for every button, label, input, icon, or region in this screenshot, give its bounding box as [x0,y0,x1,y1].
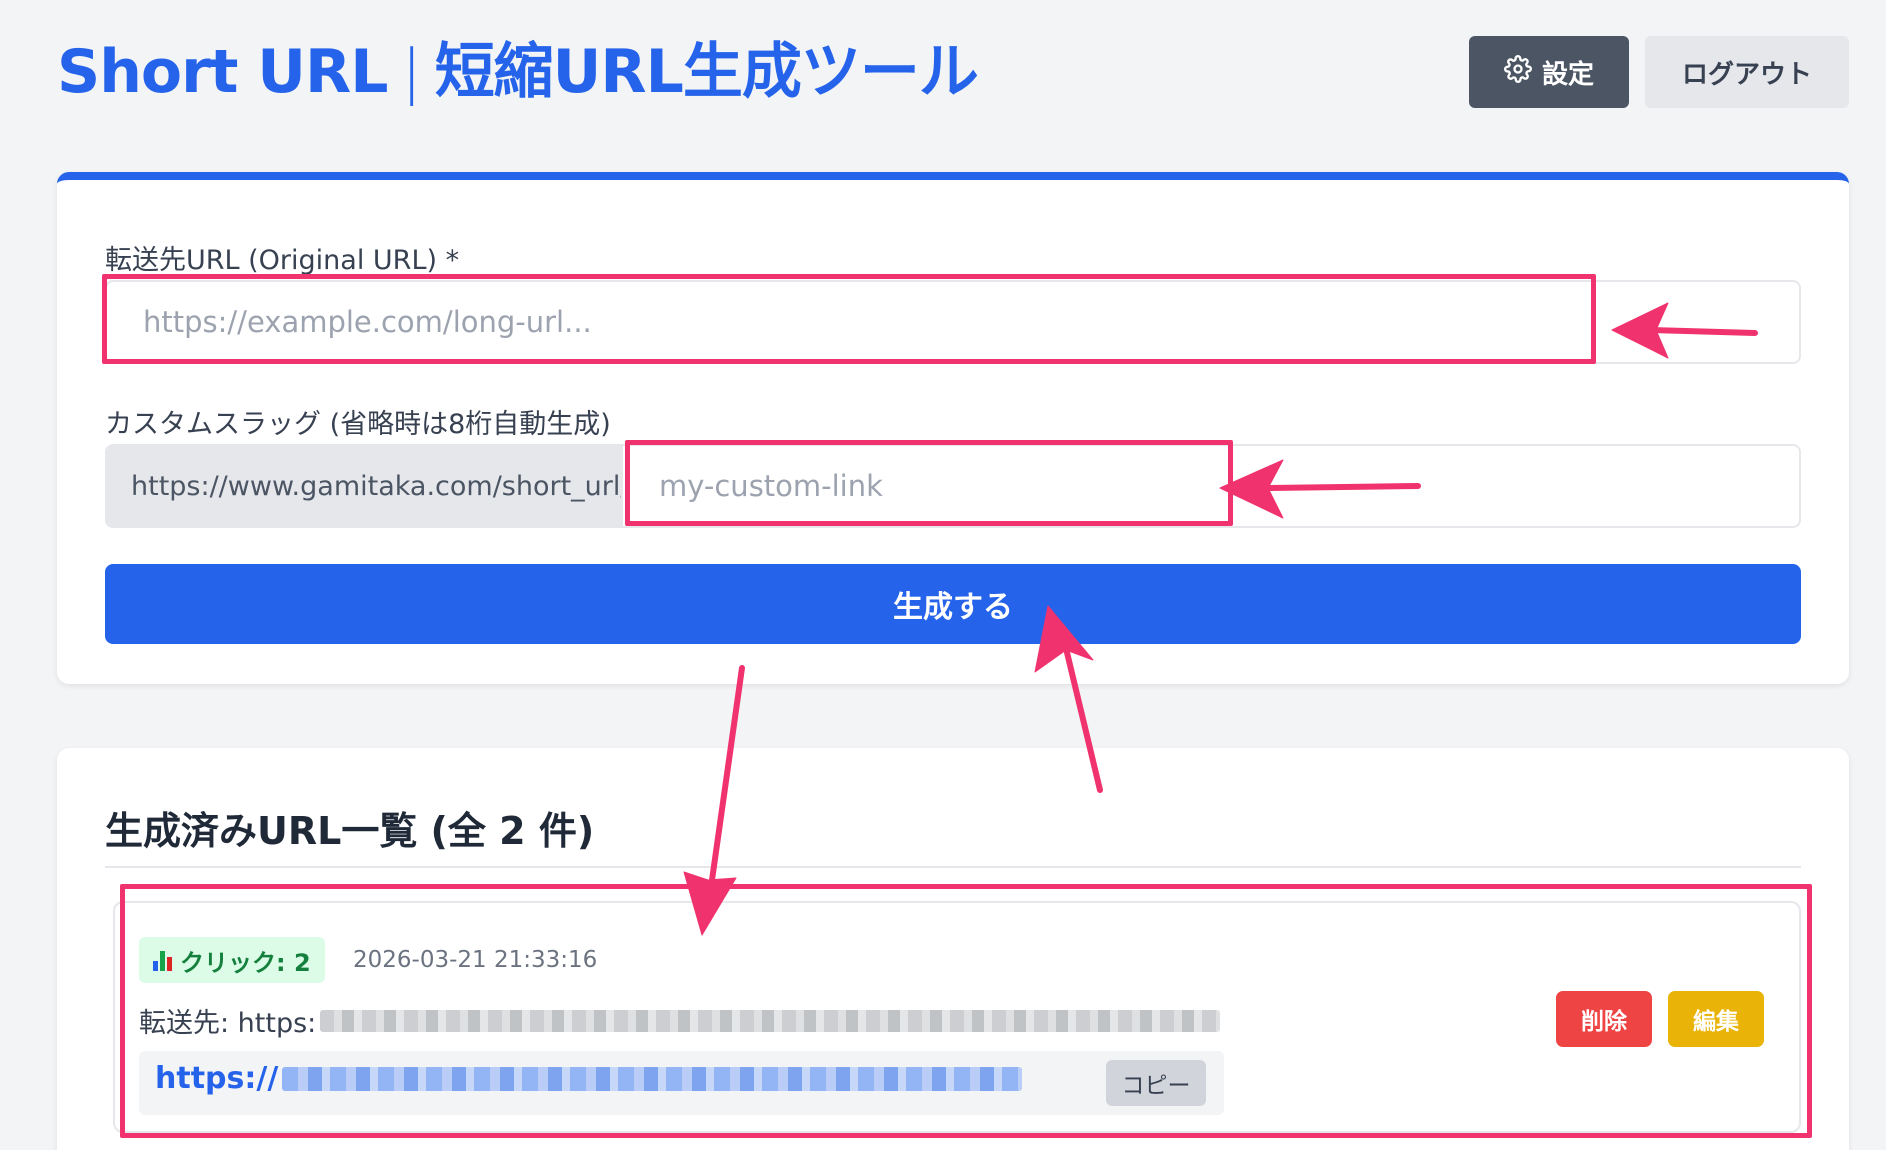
short-url-link[interactable]: https:// [155,1061,1023,1096]
edit-button[interactable]: 編集 [1668,991,1764,1047]
app-title: Short URL [57,37,388,107]
slug-prefix: https://www.gamitaka.com/short_url/ [105,444,630,528]
destination-url: 転送先: https: [139,1001,1221,1040]
click-count: クリック: 2 [180,948,311,977]
created-at: 2026-03-21 21:33:16 [353,947,598,973]
generate-button[interactable]: 生成する [105,564,1801,644]
settings-button[interactable]: 設定 [1469,36,1629,108]
original-url-label: 転送先URL (Original URL) * [105,245,460,276]
divider [105,866,1801,868]
delete-button[interactable]: 削除 [1556,991,1652,1047]
settings-label: 設定 [1541,59,1594,90]
destination-prefix: 転送先: https: [139,1008,317,1039]
redacted-short-url [282,1066,1023,1091]
app-subtitle: 短縮URL生成ツール [434,37,979,107]
redacted-destination [320,1009,1221,1032]
custom-slug-input[interactable]: my-custom-link [621,444,1801,528]
url-list-heading: 生成済みURL一覧 (全 2 件) [105,809,595,853]
click-count-badge: クリック: 2 [139,937,325,983]
custom-slug-label: カスタムスラッグ (省略時は8桁自動生成) [105,409,611,440]
url-list-item: クリック: 2 2026-03-21 21:33:16 転送先: https: … [113,901,1801,1133]
original-url-input[interactable]: https://example.com/long-url... [105,280,1801,364]
bar-chart-icon [153,949,172,971]
logout-button[interactable]: ログアウト [1645,36,1849,108]
gear-icon [1504,54,1532,90]
create-url-card: 転送先URL (Original URL) * https://example.… [57,172,1849,684]
copy-button[interactable]: コピー [1106,1060,1206,1106]
short-url-row: https:// コピー [139,1051,1224,1115]
title-separator: | [401,37,421,107]
short-url-prefix: https:// [155,1061,279,1096]
page-title: Short URL | 短縮URL生成ツール [57,30,979,114]
url-list-card: 生成済みURL一覧 (全 2 件) クリック: 2 2026-03-21 21:… [57,748,1849,1150]
